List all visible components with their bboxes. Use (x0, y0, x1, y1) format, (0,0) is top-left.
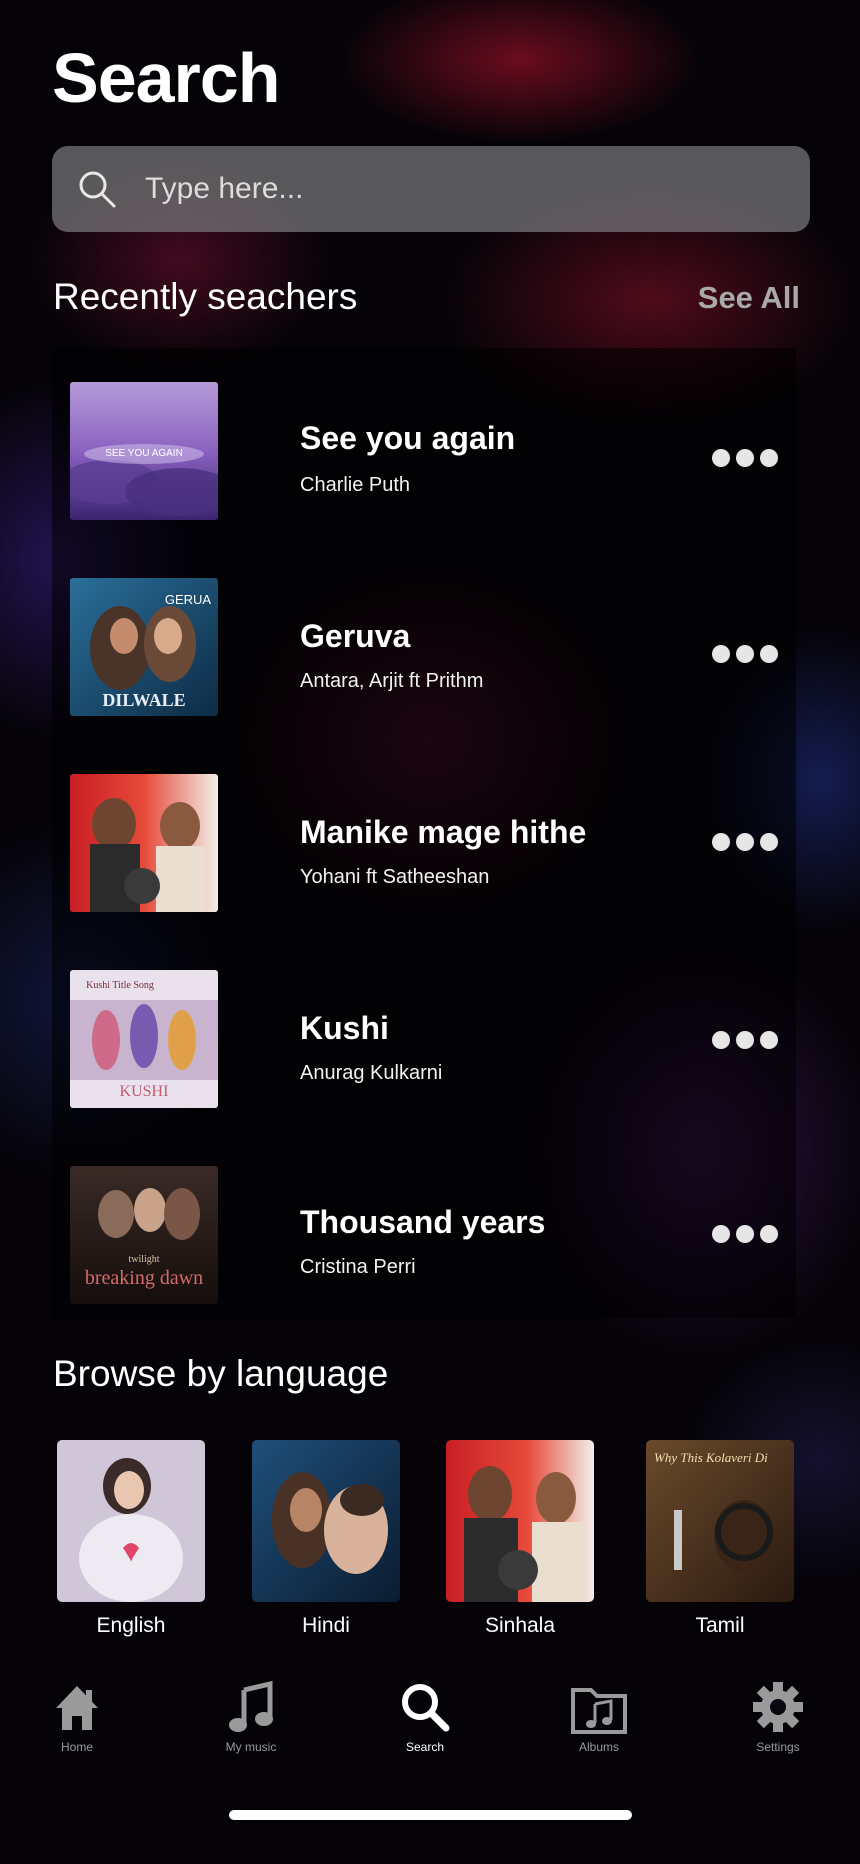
more-options-button[interactable] (712, 642, 778, 666)
more-options-button[interactable] (712, 1028, 778, 1052)
song-artist: Cristina Perri (300, 1256, 416, 1278)
album-cover: twilight breaking dawn (70, 1166, 218, 1304)
song-title: Manike mage hithe (300, 814, 587, 850)
song-title: See you again (300, 420, 516, 456)
gear-icon (753, 1682, 803, 1732)
tab-label: Search (405, 1740, 445, 1754)
album-cover: Kushi Title Song KUSHI (70, 970, 218, 1108)
list-item[interactable]: Kushi Title Song KUSHI Kushi Anurag Kulk… (52, 970, 796, 1110)
cover-text: Kushi Title Song (86, 980, 154, 991)
song-title: Thousand years (300, 1204, 546, 1240)
more-options-button[interactable] (712, 830, 778, 854)
cover-text: GERUA (165, 592, 212, 607)
page-title: Search (52, 39, 280, 117)
home-icon (56, 1686, 98, 1730)
search-icon (79, 171, 116, 208)
browse-heading: Browse by language (53, 1353, 389, 1394)
language-label: Sinhala (484, 1614, 556, 1637)
language-card-tamil[interactable]: Why This Kolaveri Di Tamil (645, 1440, 795, 1638)
album-cover (70, 774, 218, 912)
album-cover: GERUA DILWALE (70, 578, 218, 716)
dot-icon (712, 833, 730, 851)
language-label: English (96, 1614, 166, 1637)
list-item[interactable]: GERUA DILWALE Geruva Antara, Arjit ft Pr… (52, 578, 796, 718)
language-label: Tamil (695, 1614, 745, 1637)
dot-icon (736, 449, 754, 467)
tab-home[interactable]: Home (22, 1680, 132, 1754)
tab-settings[interactable]: Settings (723, 1680, 833, 1754)
tab-label: Home (60, 1740, 93, 1754)
search-input[interactable] (143, 171, 747, 207)
song-artist: Charlie Puth (300, 474, 411, 496)
tab-albums[interactable]: Albums (544, 1680, 654, 1754)
language-card-hindi[interactable]: Hindi (251, 1440, 401, 1638)
list-item[interactable]: twilight breaking dawn Thousand years Cr… (52, 1166, 796, 1306)
dot-icon (736, 645, 754, 663)
search-icon (402, 1684, 450, 1732)
language-cover (252, 1440, 400, 1602)
album-cover: SEE YOU AGAIN (70, 382, 218, 520)
recent-list: SEE YOU AGAIN See you again Charlie Puth (52, 348, 796, 1318)
language-card-sinhala[interactable]: Sinhala (445, 1440, 595, 1638)
folder-music-icon (571, 1688, 627, 1734)
dot-icon (760, 833, 778, 851)
tab-label: Settings (756, 1740, 800, 1754)
cover-text: Why This Kolaveri Di (654, 1450, 768, 1465)
language-cover (57, 1440, 205, 1602)
language-cover: Why This Kolaveri Di (646, 1440, 794, 1602)
language-grid: English Hindi Sinhala Why This Kolaveri … (0, 1440, 860, 1640)
dot-icon (712, 645, 730, 663)
dot-icon (712, 449, 730, 467)
music-note-icon (229, 1680, 273, 1732)
cover-text: DILWALE (102, 690, 185, 710)
language-cover (446, 1440, 594, 1602)
dot-icon (736, 1225, 754, 1243)
song-title: Geruva (300, 618, 411, 654)
cover-text: twilight (128, 1254, 159, 1265)
dot-icon (760, 645, 778, 663)
tab-bar: Home My music Search Albums Settings (0, 1680, 860, 1780)
language-label: Hindi (302, 1614, 350, 1637)
dot-icon (736, 1031, 754, 1049)
more-options-button[interactable] (712, 1222, 778, 1246)
home-indicator (229, 1810, 632, 1820)
cover-text: breaking dawn (85, 1267, 203, 1289)
song-artist: Antara, Arjit ft Prithm (300, 670, 484, 692)
dot-icon (712, 1225, 730, 1243)
tab-search[interactable]: Search (370, 1680, 480, 1754)
tab-label: Albums (578, 1740, 619, 1754)
dot-icon (712, 1031, 730, 1049)
cover-text: KUSHI (120, 1083, 169, 1100)
recent-heading: Recently seachers (53, 276, 358, 317)
dot-icon (760, 449, 778, 467)
song-artist: Anurag Kulkarni (300, 1062, 443, 1084)
list-item[interactable]: Manike mage hithe Yohani ft Satheeshan (52, 774, 796, 914)
language-card-english[interactable]: English (56, 1440, 206, 1638)
tab-my-music[interactable]: My music (196, 1680, 306, 1754)
song-title: Kushi (300, 1010, 389, 1046)
dot-icon (736, 833, 754, 851)
dot-icon (760, 1225, 778, 1243)
see-all-link[interactable]: See All (698, 280, 800, 316)
dot-icon (760, 1031, 778, 1049)
search-bar[interactable] (52, 146, 810, 232)
list-item[interactable]: SEE YOU AGAIN See you again Charlie Puth (52, 382, 796, 522)
tab-label: My music (225, 1740, 277, 1754)
song-artist: Yohani ft Satheeshan (300, 866, 490, 888)
cover-text: SEE YOU AGAIN (105, 448, 183, 459)
more-options-button[interactable] (712, 446, 778, 470)
